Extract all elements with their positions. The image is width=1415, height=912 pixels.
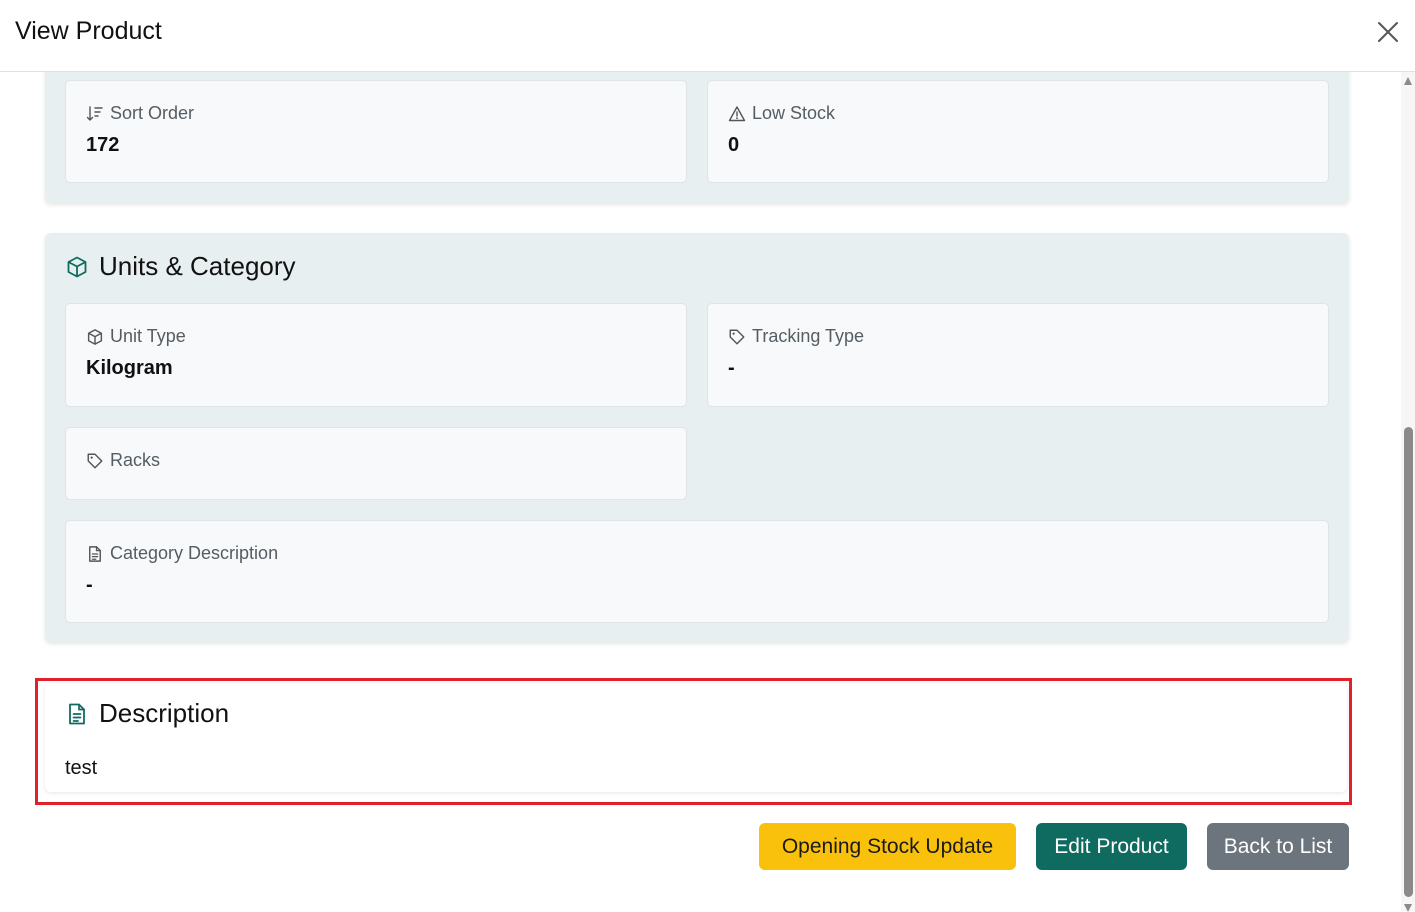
description-section: Description test — [45, 684, 1347, 792]
units-category-heading: Units & Category — [99, 251, 296, 281]
tracking-type-value: - — [728, 357, 735, 379]
opening-stock-update-button[interactable]: Opening Stock Update — [759, 823, 1016, 870]
unit-type-value: Kilogram — [86, 357, 173, 379]
low-stock-label: Low Stock — [752, 103, 836, 123]
low-stock-card: Low Stock 0 — [707, 80, 1329, 183]
warning-triangle-icon — [728, 105, 746, 121]
modal-title: View Product — [15, 17, 162, 45]
close-icon[interactable] — [1376, 20, 1400, 44]
category-description-label: Category Description — [110, 543, 279, 563]
units-category-section: Units & Category Unit Type Kilogram Trac… — [45, 233, 1349, 642]
low-stock-value: 0 — [728, 134, 740, 156]
unit-type-label: Unit Type — [110, 326, 186, 346]
box-icon — [87, 328, 103, 345]
close-button[interactable] — [1372, 16, 1404, 48]
sort-order-value: 172 — [86, 134, 120, 156]
category-description-card: Category Description - — [65, 520, 1329, 623]
racks-card: Racks — [65, 427, 687, 500]
document-icon — [69, 703, 85, 724]
vertical-scrollbar[interactable] — [1401, 72, 1415, 912]
sort-order-card: Sort Order 172 — [65, 80, 687, 183]
scrollbar-thumb[interactable] — [1404, 427, 1413, 897]
tag-icon — [729, 329, 745, 344]
units-category-title: Units & Category — [65, 251, 296, 282]
category-description-value: - — [86, 574, 93, 596]
description-heading: Description — [99, 698, 230, 728]
box-icon — [67, 256, 87, 277]
document-icon — [89, 545, 101, 562]
tag-icon — [87, 453, 103, 468]
tracking-type-card: Tracking Type - — [707, 303, 1329, 407]
racks-label: Racks — [110, 450, 161, 470]
modal-body[interactable]: Sort Order 172 Low Stock 0 Units & Categ — [0, 72, 1401, 911]
scroll-up-arrow-icon[interactable] — [1404, 77, 1412, 85]
tracking-type-label: Tracking Type — [752, 326, 865, 346]
sort-icon — [86, 105, 103, 121]
description-text: test — [65, 757, 98, 779]
sort-order-label: Sort Order — [110, 103, 195, 123]
description-title: Description — [65, 698, 229, 729]
unit-type-card: Unit Type Kilogram — [65, 303, 687, 407]
inventory-section: Sort Order 172 Low Stock 0 — [45, 72, 1349, 203]
back-to-list-button[interactable]: Back to List — [1207, 823, 1349, 870]
modal-header: View Product — [0, 0, 1415, 72]
edit-product-button[interactable]: Edit Product — [1036, 823, 1187, 870]
